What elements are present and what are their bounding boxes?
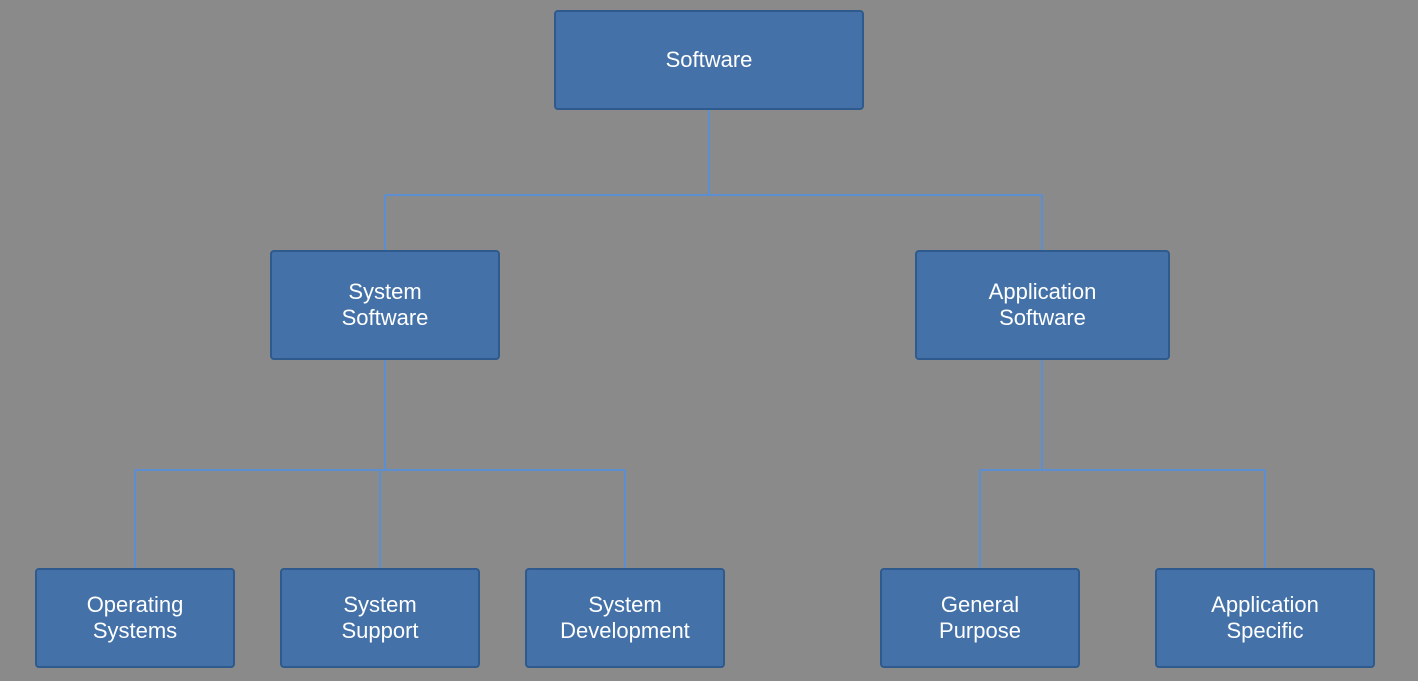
diagram-container: Software SystemSoftware ApplicationSoftw… bbox=[0, 0, 1418, 681]
node-application-specific-label: ApplicationSpecific bbox=[1211, 592, 1319, 645]
node-application-software-label: ApplicationSoftware bbox=[989, 279, 1097, 332]
node-system-support: SystemSupport bbox=[280, 568, 480, 668]
node-application-software: ApplicationSoftware bbox=[915, 250, 1170, 360]
node-application-specific: ApplicationSpecific bbox=[1155, 568, 1375, 668]
node-general-purpose: GeneralPurpose bbox=[880, 568, 1080, 668]
node-software-label: Software bbox=[666, 47, 753, 73]
node-system-support-label: SystemSupport bbox=[341, 592, 418, 645]
node-system-development-label: SystemDevelopment bbox=[560, 592, 690, 645]
node-system-development: SystemDevelopment bbox=[525, 568, 725, 668]
node-general-purpose-label: GeneralPurpose bbox=[939, 592, 1021, 645]
node-system-software: SystemSoftware bbox=[270, 250, 500, 360]
node-operating-systems-label: OperatingSystems bbox=[87, 592, 184, 645]
node-operating-systems: OperatingSystems bbox=[35, 568, 235, 668]
node-software: Software bbox=[554, 10, 864, 110]
node-system-software-label: SystemSoftware bbox=[342, 279, 429, 332]
